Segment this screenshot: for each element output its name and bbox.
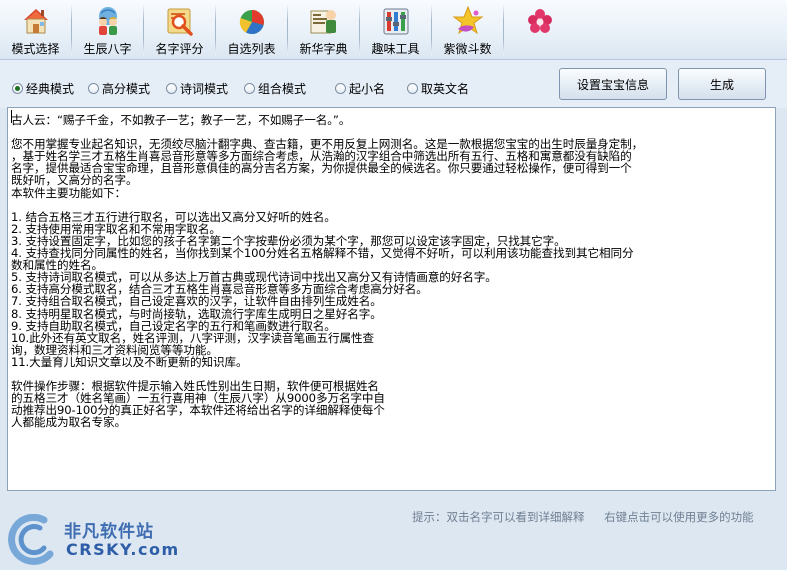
watermark-site: CRSKY.com xyxy=(66,540,180,559)
dictionary-icon xyxy=(310,10,336,34)
radio-combination-mode[interactable]: 组合模式 xyxy=(244,80,306,97)
radio-dot xyxy=(12,83,23,94)
radio-dot xyxy=(244,83,255,94)
toolbar-custom-list-button[interactable]: 自选列表 xyxy=(216,0,287,60)
watermark-brand: 非凡软件站 xyxy=(64,522,154,542)
toolbar-mode-select-button[interactable]: 模式选择 xyxy=(0,0,71,60)
intro-text-line: 9. 支持自助取名模式，自己设定名字的五行和笔画数进行取名。 xyxy=(11,318,336,333)
hint-bar: 提示：双击名字可以看到详细解释 右键点击可以使用更多的功能 xyxy=(412,509,754,525)
toolbar-label: 紫微斗数 xyxy=(443,42,492,56)
intro-text-line xyxy=(11,199,772,211)
radio-label: 起小名 xyxy=(349,82,386,96)
house-icon xyxy=(23,9,48,34)
pie-chart-icon xyxy=(239,10,264,35)
toolbar-flower-button[interactable] xyxy=(504,0,575,60)
watermark-logo-icon xyxy=(8,514,54,565)
radio-dot xyxy=(88,83,99,94)
toolbar-label: 趣味工具 xyxy=(371,42,420,56)
flower-icon xyxy=(527,9,552,33)
radio-nickname-mode[interactable]: 起小名 xyxy=(335,80,385,97)
set-baby-info-button[interactable]: 设置宝宝信息 xyxy=(559,68,667,100)
radio-label: 经典模式 xyxy=(26,82,75,96)
intro-text-line: 10.此外还有英文取名，姓名评测，八字评测，汉字读音笔画五行属性查 xyxy=(11,330,374,345)
generate-button[interactable]: 生成 xyxy=(678,68,766,100)
intro-text-line: 古人云：“赐子千金，不如教子一艺；教子一艺，不如赐子一名。”。 xyxy=(11,113,351,127)
radio-high-score-mode[interactable]: 高分模式 xyxy=(88,80,150,97)
intro-text-line: 11.大量育儿知识文章以及不断更新的知识库。 xyxy=(11,354,248,369)
toolbar-label: 新华字典 xyxy=(299,42,348,56)
intro-text-line: 人都能成为取名专家。 xyxy=(11,415,126,430)
radio-classic-mode[interactable]: 经典模式 xyxy=(12,80,74,97)
text-cursor xyxy=(11,110,12,123)
intro-text-area[interactable]: 古人云：“赐子千金，不如教子一艺；教子一艺，不如赐子一名。”。 您不用掌握专业起名… xyxy=(7,107,776,491)
toolbar-label: 自选列表 xyxy=(227,42,276,56)
intro-text-line: 8. 支持明星取名模式，与时尚接轨，选取流行字库生成明日之星好名字。 xyxy=(11,306,382,321)
star-icon xyxy=(452,5,483,35)
options-bar: 经典模式 高分模式 诗词模式 组合模式 起小名 取英文名 设置宝宝信息 生成 xyxy=(0,60,787,108)
toolbar-birth-bazi-button[interactable]: 生辰八字 xyxy=(72,0,143,60)
radio-label: 诗词模式 xyxy=(180,82,229,96)
hint-double-click: 提示：双击名字可以看到详细解释 xyxy=(412,510,585,524)
magnifier-icon xyxy=(167,8,193,36)
intro-text-lines: 古人云：“赐子千金，不如教子一艺；教子一艺，不如赐子一名。”。 您不用掌握专业起名… xyxy=(11,113,772,430)
toolbar-label: 生辰八字 xyxy=(83,42,132,56)
main-toolbar: 模式选择 生辰八字 名字评分 自选列表 新华字典 趣味工具 紫微斗数 xyxy=(0,0,787,60)
toolbar-label: 名字评分 xyxy=(155,42,204,56)
radio-poetry-mode[interactable]: 诗词模式 xyxy=(166,80,228,97)
toolbar-name-score-button[interactable]: 名字评分 xyxy=(144,0,215,60)
toolbox-icon xyxy=(383,8,408,35)
kids-icon xyxy=(98,7,117,35)
radio-dot xyxy=(407,83,418,94)
intro-text-line: 7. 支持组合取名模式，自己设定喜欢的汉字，让软件自由排列生成姓名。 xyxy=(11,294,382,309)
radio-dot xyxy=(335,83,346,94)
radio-label: 取英文名 xyxy=(421,82,470,96)
toolbar-label: 模式选择 xyxy=(11,42,60,56)
toolbar-xinhua-dictionary-button[interactable]: 新华字典 xyxy=(288,0,359,60)
toolbar-fun-tools-button[interactable]: 趣味工具 xyxy=(360,0,431,60)
hint-right-click: 右键点击可以使用更多的功能 xyxy=(604,510,754,524)
radio-label: 组合模式 xyxy=(258,82,307,96)
watermark: 非凡软件站 CRSKY.com xyxy=(2,512,178,568)
radio-label: 高分模式 xyxy=(102,82,151,96)
toolbar-ziwei-doushu-button[interactable]: 紫微斗数 xyxy=(432,0,503,60)
radio-dot xyxy=(166,83,177,94)
intro-text-line: 4. 支持查找同分同属性的姓名，当你找到某个100分姓名五格解释不错，又觉得不好… xyxy=(11,246,634,261)
radio-english-name-mode[interactable]: 取英文名 xyxy=(407,80,469,97)
intro-text-line: 既好听，又高分的名字。 xyxy=(11,173,138,188)
intro-text-line: 本软件主要功能如下： xyxy=(11,185,126,200)
